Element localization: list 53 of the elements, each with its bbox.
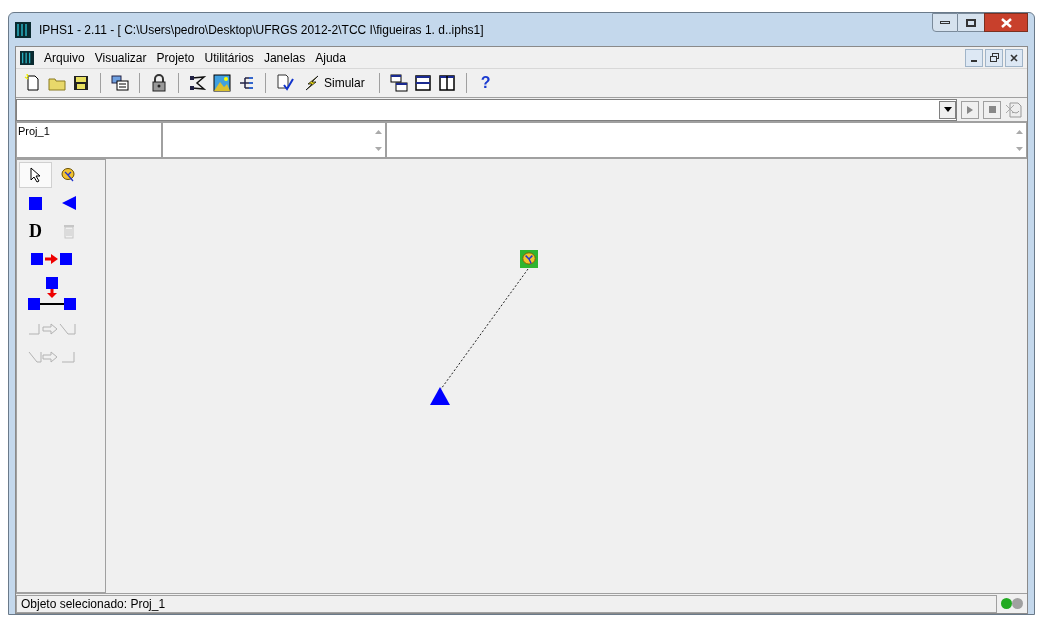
tile-horizontal-icon[interactable] (413, 74, 432, 92)
dropdown-arrow-icon (943, 107, 952, 112)
menu-item[interactable]: Utilitários (204, 48, 254, 67)
new-file-icon[interactable] (24, 74, 42, 92)
menu-item[interactable]: Ajuda (315, 48, 346, 67)
square-icon (29, 196, 42, 210)
subbasin-node[interactable] (520, 250, 538, 268)
play-button[interactable] (961, 100, 979, 119)
child-close-button[interactable] (1005, 48, 1023, 67)
channel-icon (28, 350, 76, 364)
letter-tool[interactable]: D (19, 218, 52, 244)
stop-button[interactable] (983, 100, 1001, 119)
arrow-pointer-icon (28, 167, 43, 183)
project-name-field[interactable]: Proj_1 (16, 122, 162, 158)
close-icon (1000, 17, 1012, 28)
menu-item[interactable]: Arquivo (44, 48, 85, 67)
menu-item[interactable]: Visualizar (94, 48, 147, 67)
selection-dropdown[interactable] (16, 98, 957, 121)
child-minimize-button[interactable] (965, 48, 983, 67)
arrow-pointer-tool[interactable] (19, 162, 52, 188)
form-window-icon[interactable] (111, 74, 129, 92)
junction-icon (28, 277, 76, 311)
maximize-button[interactable] (958, 13, 984, 32)
simulate-button[interactable]: Simular (300, 74, 369, 92)
app-logo-icon (15, 21, 31, 38)
menu-item[interactable]: Janelas (263, 48, 306, 67)
close-button[interactable] (984, 13, 1028, 32)
triangle-icon (60, 195, 77, 211)
play-icon (967, 105, 973, 114)
lightning-icon (304, 75, 320, 91)
leaf-icon (59, 167, 78, 183)
tile-vertical-icon[interactable] (437, 74, 456, 92)
padlock-icon[interactable] (150, 74, 168, 92)
link-icon (31, 252, 73, 266)
channel-icon (28, 322, 76, 336)
trash-icon (62, 223, 75, 239)
outlet-node[interactable] (430, 387, 450, 405)
simulate-label: Simular (324, 75, 365, 92)
network-icon[interactable] (189, 74, 207, 92)
landscape-image-icon[interactable] (213, 74, 231, 92)
restore-icon (989, 53, 999, 62)
stop-icon (988, 106, 996, 113)
window-title: IPHS1 - 2.11 - [ C:\Users\pedro\Desktop\UFRGS 2012-2\TCC I\figueiras 1. d..iphs1] (39, 21, 484, 39)
cascade-windows-icon[interactable] (389, 74, 408, 92)
child-restore-button[interactable] (985, 48, 1003, 67)
minimize-button[interactable] (932, 13, 958, 32)
status-text: Objeto selecionado: Proj_1 (16, 594, 997, 613)
document-check-icon[interactable] (276, 74, 294, 92)
tree-diagram-icon[interactable] (237, 74, 255, 92)
close-icon (1010, 53, 1018, 62)
app-logo-icon (20, 50, 34, 65)
help-button[interactable]: ? (476, 75, 495, 91)
menu-item[interactable]: Projeto (156, 48, 195, 67)
